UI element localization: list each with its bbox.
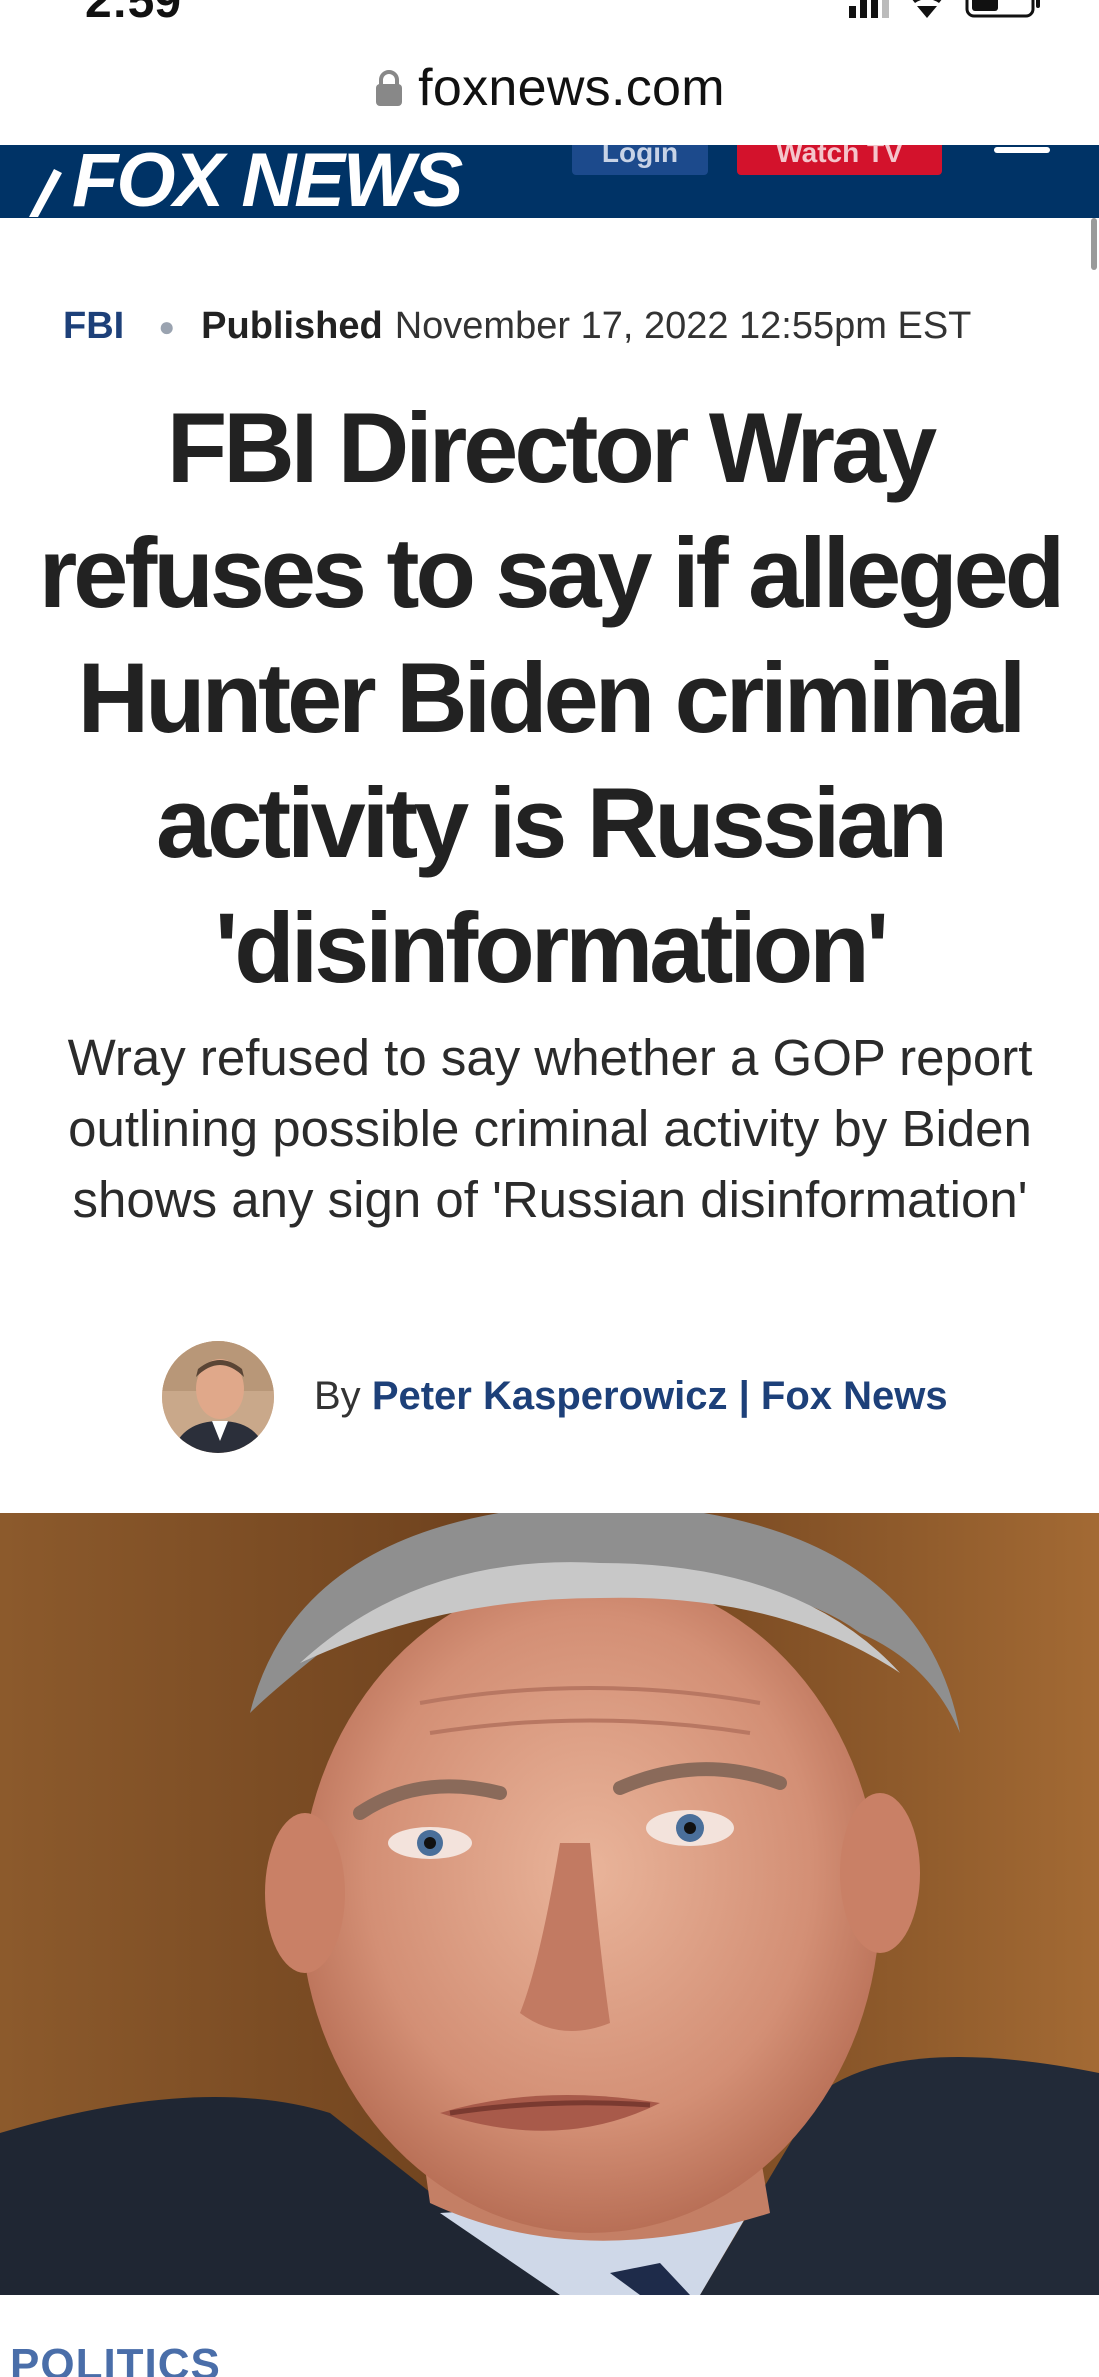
category-link[interactable]: FBI [63,305,124,348]
logo-mark-icon [29,169,62,217]
status-icons [849,0,1040,18]
logo-text: FOX NEWS [72,145,463,218]
site-header: FOX NEWS Login Watch TV [0,145,1099,218]
hamburger-menu-icon[interactable] [994,145,1050,157]
battery-icon [965,0,1040,18]
url-text[interactable]: foxnews.com [418,58,725,118]
published-date: November 17, 2022 12:55pm EST [394,305,972,347]
status-time: 2:59 [85,0,182,28]
scrollbar[interactable] [1091,218,1097,270]
signal-icon [849,0,889,18]
byline-text: By Peter Kasperowicz | Fox News [314,1374,948,1419]
watch-tv-button[interactable]: Watch TV [737,145,942,175]
wifi-icon [912,0,942,18]
fox-news-logo[interactable]: FOX NEWS [24,145,463,218]
article-meta: FBI ● Published November 17, 2022 12:55p… [63,305,971,348]
status-bar: 2:59 [0,0,1099,40]
login-button[interactable]: Login [572,145,708,175]
lock-icon [376,70,403,106]
meta-separator: ● [158,310,176,342]
author-link[interactable]: Peter Kasperowicz | Fox News [372,1374,948,1418]
author-avatar[interactable] [162,1340,274,1453]
article-subhead: Wray refused to say whether a GOP report… [67,1029,1033,1228]
byline: By Peter Kasperowicz | Fox News [162,1340,948,1453]
published-label: Published [201,305,383,347]
politics-section-label[interactable]: POLITICS [10,2340,221,2377]
article-headline: FBI Director Wray refuses to say if alle… [38,392,1065,1003]
page: 2:59 foxnews.com FOX NEWS Login Watch TV… [0,0,1099,2377]
address-bar[interactable]: foxnews.com [0,40,1099,145]
hero-image[interactable] [0,1513,1099,2295]
byline-prefix: By [314,1374,361,1418]
